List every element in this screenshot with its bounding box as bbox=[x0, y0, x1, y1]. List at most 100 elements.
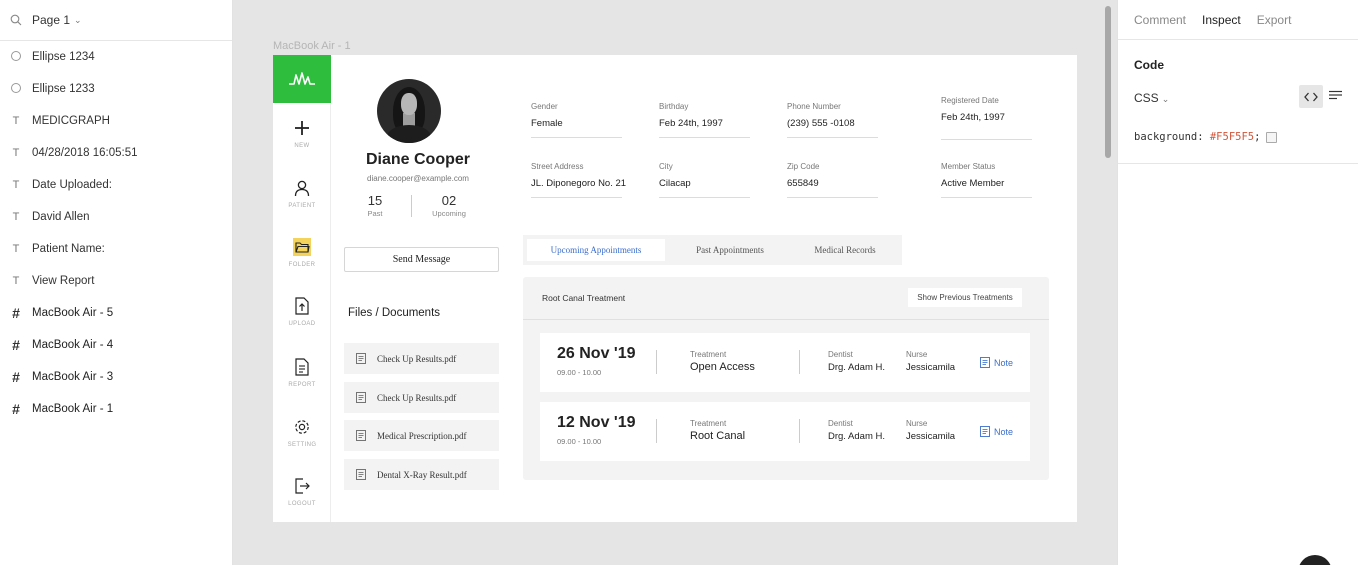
nav-label: PATIENT bbox=[288, 203, 316, 209]
nav-upload[interactable]: UPLOAD bbox=[273, 297, 331, 327]
artboard: NEW PATIENT FOLDER UPLOAD REPORT SETTING bbox=[273, 55, 1077, 522]
info-city: City Cilacap bbox=[659, 162, 750, 198]
language-select[interactable]: CSS ⌄ bbox=[1134, 91, 1169, 105]
info-underline bbox=[659, 197, 750, 198]
note-label: Note bbox=[994, 426, 1014, 437]
info-birthday: Birthday Feb 24th, 1997 bbox=[659, 102, 750, 138]
frame-icon: # bbox=[12, 305, 20, 321]
info-value: Active Member bbox=[941, 178, 1005, 189]
nav-setting[interactable]: SETTING bbox=[273, 418, 331, 448]
css-property: background: bbox=[1134, 131, 1210, 143]
note-icon bbox=[980, 426, 990, 437]
tab-past-appointments[interactable]: Past Appointments bbox=[675, 239, 785, 261]
info-gender: Gender Female bbox=[531, 102, 622, 138]
text-icon: T bbox=[12, 243, 20, 255]
text-icon: T bbox=[12, 179, 20, 191]
tab-medical-records[interactable]: Medical Records bbox=[795, 239, 895, 261]
info-key: Member Status bbox=[941, 162, 996, 171]
past-stat: 15 Past bbox=[345, 193, 405, 218]
appointment-tabs: Upcoming Appointments Past Appointments … bbox=[523, 235, 902, 265]
nav-label: NEW bbox=[294, 143, 310, 149]
dentist-value: Drg. Adam H. bbox=[828, 431, 886, 442]
search-icon[interactable] bbox=[10, 14, 22, 26]
layer-label: MacBook Air - 3 bbox=[32, 371, 114, 383]
info-underline bbox=[531, 197, 622, 198]
layer-item[interactable]: Ellipse 1233 bbox=[0, 73, 232, 105]
nav-report[interactable]: REPORT bbox=[273, 358, 331, 388]
tab-inspect[interactable]: Inspect bbox=[1202, 13, 1241, 27]
tab-comment[interactable]: Comment bbox=[1134, 13, 1186, 27]
code-view-button[interactable] bbox=[1299, 85, 1323, 108]
info-key: Phone Number bbox=[787, 102, 841, 111]
note-button[interactable]: Note bbox=[980, 426, 1013, 437]
info-underline bbox=[941, 139, 1032, 140]
layer-item[interactable]: T Patient Name: bbox=[0, 233, 232, 265]
canvas-scrollbar[interactable] bbox=[1105, 6, 1111, 158]
user-icon bbox=[294, 180, 310, 197]
layer-label: MacBook Air - 4 bbox=[32, 339, 114, 351]
tab-upcoming-appointments[interactable]: Upcoming Appointments bbox=[527, 239, 665, 261]
page-selector[interactable]: Page 1 ⌄ bbox=[0, 0, 232, 41]
layer-label: Ellipse 1233 bbox=[32, 83, 95, 95]
note-button[interactable]: Note bbox=[980, 357, 1013, 368]
panel-divider bbox=[1118, 163, 1358, 164]
layer-item[interactable]: T 04/28/2018 16:05:51 bbox=[0, 137, 232, 169]
appointment-card[interactable]: 12 Nov '19 09.00 - 10.00 Treatment Root … bbox=[540, 402, 1030, 461]
past-label: Past bbox=[367, 209, 383, 218]
nav-folder[interactable]: FOLDER bbox=[273, 238, 331, 268]
layer-item[interactable]: T Date Uploaded: bbox=[0, 169, 232, 201]
layer-label: View Report bbox=[32, 275, 95, 287]
info-phone: Phone Number (239) 555 -0108 bbox=[787, 102, 878, 138]
layer-item[interactable]: T MEDICGRAPH bbox=[0, 105, 232, 137]
list-icon bbox=[1329, 90, 1342, 100]
layer-label: Patient Name: bbox=[32, 243, 105, 255]
appointment-date: 26 Nov '19 bbox=[557, 345, 636, 362]
appointment-time: 09.00 - 10.00 bbox=[557, 437, 602, 446]
design-canvas[interactable]: MacBook Air - 1 NEW PATIENT FOLDER UPLOA… bbox=[233, 0, 1117, 565]
file-item[interactable]: Check Up Results.pdf bbox=[344, 382, 499, 413]
help-button[interactable] bbox=[1298, 555, 1332, 565]
info-value: (239) 555 -0108 bbox=[787, 118, 855, 129]
file-name: Check Up Results.pdf bbox=[377, 392, 457, 403]
text-icon: T bbox=[12, 211, 20, 223]
nav-patient[interactable]: PATIENT bbox=[273, 179, 331, 209]
tab-export[interactable]: Export bbox=[1257, 13, 1292, 27]
layer-item[interactable]: Ellipse 1234 bbox=[0, 41, 232, 73]
list-view-button[interactable] bbox=[1329, 89, 1342, 107]
frame-icon: # bbox=[12, 369, 20, 385]
app-logo[interactable] bbox=[273, 55, 331, 103]
nav-logout[interactable]: LOGOUT bbox=[273, 477, 331, 507]
logout-icon bbox=[295, 478, 310, 494]
file-item[interactable]: Dental X-Ray Result.pdf bbox=[344, 459, 499, 490]
nurse-value: Jessicamila bbox=[906, 362, 956, 373]
text-icon: T bbox=[12, 275, 20, 287]
layer-item[interactable]: # MacBook Air - 5 bbox=[0, 297, 232, 329]
frame-label[interactable]: MacBook Air - 1 bbox=[273, 40, 351, 52]
show-previous-treatments-button[interactable]: Show Previous Treatments bbox=[908, 288, 1022, 307]
layer-item[interactable]: # MacBook Air - 4 bbox=[0, 329, 232, 361]
appointment-stats: 15 Past 02 Upcoming bbox=[345, 193, 491, 219]
layer-item[interactable]: # MacBook Air - 3 bbox=[0, 361, 232, 393]
css-code-line[interactable]: background: #F5F5F5; bbox=[1134, 131, 1278, 143]
layer-label: MEDICGRAPH bbox=[32, 115, 110, 127]
upcoming-label: Upcoming bbox=[432, 209, 466, 218]
treatment-value: Root Canal bbox=[690, 430, 746, 442]
info-underline bbox=[531, 137, 622, 138]
layer-item[interactable]: # MacBook Air - 1 bbox=[0, 393, 232, 425]
layer-item[interactable]: T View Report bbox=[0, 265, 232, 297]
info-underline bbox=[941, 197, 1032, 198]
document-icon bbox=[356, 430, 366, 441]
info-value: Feb 24th, 1997 bbox=[659, 118, 723, 129]
send-message-button[interactable]: Send Message bbox=[344, 247, 499, 272]
info-key: Birthday bbox=[659, 102, 689, 111]
file-item[interactable]: Check Up Results.pdf bbox=[344, 343, 499, 374]
info-value: Feb 24th, 1997 bbox=[941, 112, 1005, 123]
file-item[interactable]: Medical Prescription.pdf bbox=[344, 420, 499, 451]
info-value: JL. Diponegoro No. 21 bbox=[531, 178, 627, 189]
appointment-card[interactable]: 26 Nov '19 09.00 - 10.00 Treatment Open … bbox=[540, 333, 1030, 392]
file-name: Dental X-Ray Result.pdf bbox=[377, 469, 467, 480]
text-icon: T bbox=[12, 147, 20, 159]
nav-new[interactable]: NEW bbox=[273, 119, 331, 149]
layer-item[interactable]: T David Allen bbox=[0, 201, 232, 233]
dentist-label: Dentist bbox=[828, 350, 853, 359]
